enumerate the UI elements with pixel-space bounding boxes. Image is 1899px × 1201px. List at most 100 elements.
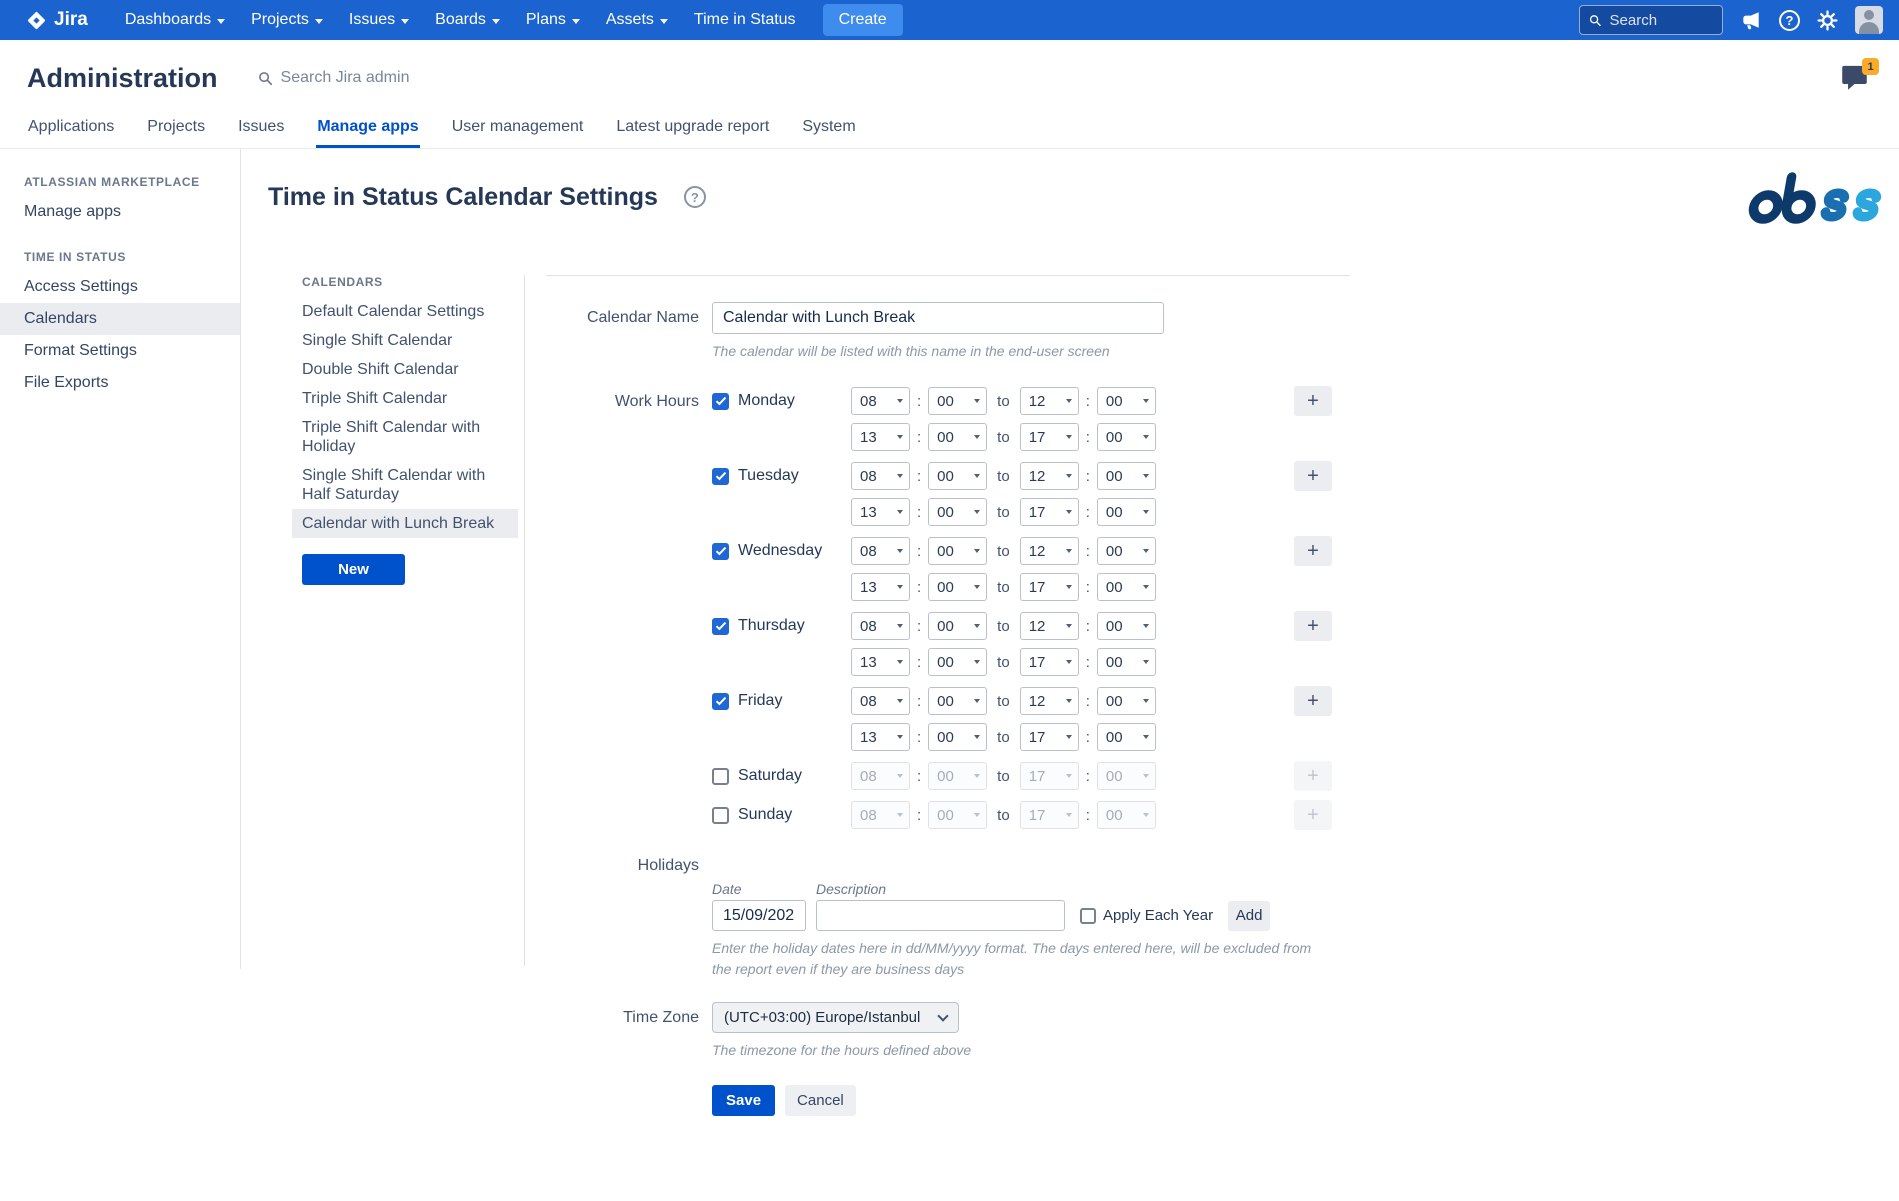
- start-hour-select[interactable]: 08: [851, 612, 910, 640]
- start-hour-select[interactable]: 08: [851, 687, 910, 715]
- day-checkbox[interactable]: [712, 768, 729, 785]
- start-hour-select[interactable]: 08: [851, 387, 910, 415]
- nav-item-time-in-status[interactable]: Time in Status: [681, 0, 809, 40]
- nav-item-dashboards[interactable]: Dashboards: [112, 0, 238, 40]
- start-hour-select[interactable]: 13: [851, 573, 910, 601]
- end-minute-select[interactable]: 00: [1097, 537, 1156, 565]
- tab-issues[interactable]: Issues: [237, 111, 285, 148]
- nav-item-assets[interactable]: Assets: [593, 0, 681, 40]
- admin-search[interactable]: [258, 69, 511, 87]
- add-shift-button[interactable]: +: [1294, 386, 1332, 416]
- start-hour-select[interactable]: 13: [851, 423, 910, 451]
- apply-each-year-checkbox[interactable]: Apply Each Year: [1080, 907, 1213, 924]
- global-search[interactable]: [1579, 5, 1723, 35]
- tab-projects[interactable]: Projects: [146, 111, 206, 148]
- start-hour-select[interactable]: 13: [851, 648, 910, 676]
- end-hour-select[interactable]: 12: [1020, 687, 1079, 715]
- day-checkbox[interactable]: [712, 807, 729, 824]
- day-checkbox[interactable]: [712, 393, 729, 410]
- announcements-icon[interactable]: [1740, 9, 1762, 31]
- sidebar-item-access-settings[interactable]: Access Settings: [0, 271, 241, 303]
- start-minute-select[interactable]: 00: [928, 387, 987, 415]
- time-zone-select[interactable]: (UTC+03:00) Europe/Istanbul: [712, 1002, 959, 1033]
- end-hour-select[interactable]: 17: [1020, 423, 1079, 451]
- start-hour-select[interactable]: 08: [851, 462, 910, 490]
- day-checkbox[interactable]: [712, 468, 729, 485]
- start-minute-select[interactable]: 00: [928, 648, 987, 676]
- calendar-item-triple-shift[interactable]: Triple Shift Calendar: [292, 384, 518, 413]
- start-hour-select[interactable]: 08: [851, 537, 910, 565]
- gear-icon[interactable]: [1817, 10, 1838, 31]
- end-hour-select[interactable]: 17: [1020, 498, 1079, 526]
- day-checkbox[interactable]: [712, 618, 729, 635]
- start-minute-select[interactable]: 00: [928, 612, 987, 640]
- add-shift-button[interactable]: +: [1294, 611, 1332, 641]
- holiday-date-input[interactable]: [712, 900, 806, 931]
- end-hour-select[interactable]: 17: [1020, 648, 1079, 676]
- nav-item-issues[interactable]: Issues: [336, 0, 422, 40]
- new-calendar-button[interactable]: New: [302, 554, 405, 585]
- end-hour-select[interactable]: 12: [1020, 537, 1079, 565]
- end-minute-select[interactable]: 00: [1097, 423, 1156, 451]
- day-checkbox[interactable]: [712, 693, 729, 710]
- sidebar-item-calendars[interactable]: Calendars: [0, 303, 241, 335]
- admin-search-input[interactable]: [281, 69, 511, 87]
- day-checkbox[interactable]: [712, 543, 729, 560]
- end-minute-select[interactable]: 00: [1097, 648, 1156, 676]
- end-minute-select[interactable]: 00: [1097, 687, 1156, 715]
- start-hour-select[interactable]: 13: [851, 723, 910, 751]
- calendar-item-double-shift[interactable]: Double Shift Calendar: [292, 355, 518, 384]
- end-minute-select[interactable]: 00: [1097, 387, 1156, 415]
- tab-applications[interactable]: Applications: [27, 111, 115, 148]
- end-hour-select[interactable]: 12: [1020, 387, 1079, 415]
- start-hour-select[interactable]: 13: [851, 498, 910, 526]
- calendar-item-single-shift[interactable]: Single Shift Calendar: [292, 326, 518, 355]
- cancel-button[interactable]: Cancel: [785, 1085, 856, 1116]
- save-button[interactable]: Save: [712, 1085, 775, 1116]
- global-search-input[interactable]: [1610, 12, 1713, 29]
- tab-user-management[interactable]: User management: [451, 111, 585, 148]
- calendar-name-input[interactable]: [712, 302, 1164, 334]
- help-icon[interactable]: [684, 186, 706, 208]
- start-minute-select[interactable]: 00: [928, 462, 987, 490]
- end-minute-select[interactable]: 00: [1097, 723, 1156, 751]
- end-minute-select[interactable]: 00: [1097, 612, 1156, 640]
- end-minute-select[interactable]: 00: [1097, 498, 1156, 526]
- end-minute-select[interactable]: 00: [1097, 462, 1156, 490]
- nav-item-plans[interactable]: Plans: [513, 0, 593, 40]
- jira-brand[interactable]: Jira: [26, 9, 88, 31]
- start-minute-select[interactable]: 00: [928, 723, 987, 751]
- tab-system[interactable]: System: [801, 111, 856, 148]
- tab-manage-apps[interactable]: Manage apps: [316, 111, 419, 148]
- start-minute-select[interactable]: 00: [928, 498, 987, 526]
- start-minute-select[interactable]: 00: [928, 423, 987, 451]
- end-hour-select[interactable]: 12: [1020, 612, 1079, 640]
- whats-new-icon[interactable]: 1: [1839, 62, 1873, 94]
- calendar-item-default-calendar-settings[interactable]: Default Calendar Settings: [292, 297, 518, 326]
- tab-latest-upgrade-report[interactable]: Latest upgrade report: [615, 111, 770, 148]
- user-avatar[interactable]: [1855, 6, 1883, 34]
- end-hour-select[interactable]: 17: [1020, 723, 1079, 751]
- calendar-item-triple-shift-holiday[interactable]: Triple Shift Calendar with Holiday: [292, 413, 518, 461]
- chevron-down-icon: [897, 735, 903, 739]
- start-minute-select[interactable]: 00: [928, 537, 987, 565]
- nav-item-projects[interactable]: Projects: [238, 0, 336, 40]
- end-hour-select[interactable]: 17: [1020, 573, 1079, 601]
- sidebar-item-format-settings[interactable]: Format Settings: [0, 335, 241, 367]
- sidebar-item-file-exports[interactable]: File Exports: [0, 367, 241, 399]
- nav-item-boards[interactable]: Boards: [422, 0, 513, 40]
- end-minute-select[interactable]: 00: [1097, 573, 1156, 601]
- help-icon[interactable]: [1779, 10, 1800, 31]
- end-hour-select[interactable]: 12: [1020, 462, 1079, 490]
- start-minute-select[interactable]: 00: [928, 573, 987, 601]
- add-shift-button[interactable]: +: [1294, 686, 1332, 716]
- calendar-item-lunch-break[interactable]: Calendar with Lunch Break: [292, 509, 518, 538]
- holiday-description-input[interactable]: [816, 900, 1065, 931]
- add-shift-button[interactable]: +: [1294, 536, 1332, 566]
- start-minute-select[interactable]: 00: [928, 687, 987, 715]
- create-button[interactable]: Create: [823, 4, 903, 36]
- add-holiday-button[interactable]: Add: [1228, 901, 1270, 931]
- calendar-item-single-shift-half-saturday[interactable]: Single Shift Calendar with Half Saturday: [292, 461, 518, 509]
- add-shift-button[interactable]: +: [1294, 461, 1332, 491]
- sidebar-item-manage-apps[interactable]: Manage apps: [0, 196, 241, 228]
